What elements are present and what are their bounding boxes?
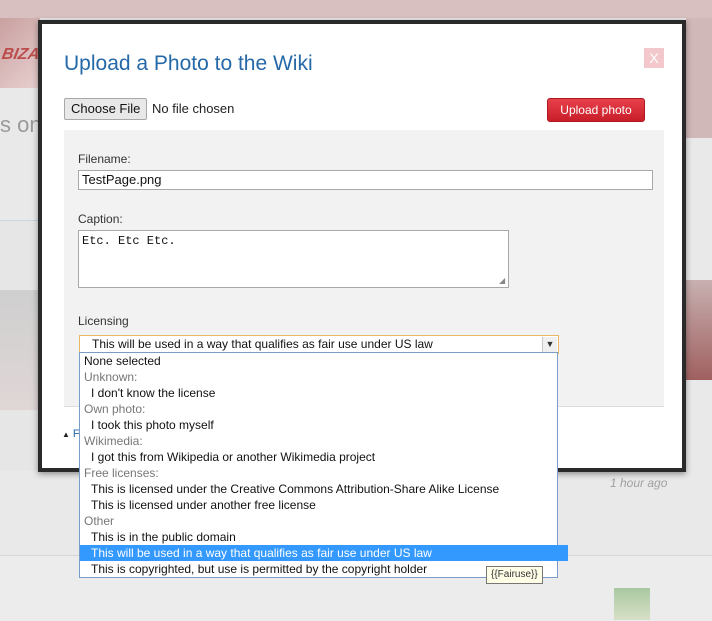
licensing-label: Licensing bbox=[78, 314, 129, 328]
dropdown-group-label: Wikimedia: bbox=[84, 434, 143, 448]
dropdown-option[interactable]: This is licensed under the Creative Comm… bbox=[80, 481, 568, 497]
dropdown-group-label: Free licenses: bbox=[84, 466, 159, 480]
filename-input[interactable]: TestPage.png bbox=[78, 170, 653, 190]
background-banner bbox=[686, 18, 712, 138]
dropdown-option[interactable]: This will be used in a way that qualifie… bbox=[80, 545, 568, 561]
dropdown-option[interactable]: I took this photo myself bbox=[80, 417, 568, 433]
caption-label: Caption: bbox=[78, 212, 123, 226]
dropdown-group-label: Other bbox=[84, 514, 115, 528]
background-photo bbox=[0, 290, 38, 410]
dropdown-option[interactable]: None selected bbox=[80, 353, 561, 369]
background-thumbnail bbox=[614, 588, 650, 620]
dropdown-option[interactable]: I got this from Wikipedia or another Wik… bbox=[80, 449, 568, 465]
choose-file-button[interactable]: Choose File bbox=[64, 98, 148, 120]
resize-grip-icon[interactable]: ◢ bbox=[499, 278, 507, 286]
dropdown-option[interactable]: This is in the public domain bbox=[80, 529, 568, 545]
chevron-down-icon[interactable]: ▼ bbox=[542, 337, 557, 352]
close-button[interactable]: X bbox=[644, 48, 664, 68]
upload-photo-button[interactable]: Upload photo bbox=[547, 98, 645, 122]
licensing-selected-value: This will be used in a way that qualifie… bbox=[92, 337, 433, 351]
background-heading: s on bbox=[0, 112, 42, 137]
background-logo-text: BIZA bbox=[0, 46, 41, 63]
caption-text: Etc. Etc Etc. bbox=[82, 234, 176, 248]
expand-link[interactable]: ▲ F bbox=[62, 428, 80, 440]
dropdown-option[interactable]: I don't know the license bbox=[80, 385, 568, 401]
background-photo-right bbox=[686, 280, 712, 380]
filename-label: Filename: bbox=[78, 152, 131, 166]
modal-title: Upload a Photo to the Wiki bbox=[64, 52, 313, 75]
caption-textarea[interactable]: Etc. Etc Etc. ◢ bbox=[78, 230, 509, 288]
triangle-up-icon: ▲ bbox=[62, 430, 70, 439]
dropdown-option[interactable]: This is licensed under another free lice… bbox=[80, 497, 568, 513]
dropdown-group-label: Own photo: bbox=[84, 402, 146, 416]
dropdown-group-label: Unknown: bbox=[84, 370, 138, 384]
background-logo: BIZA bbox=[0, 18, 41, 88]
file-status: No file chosen bbox=[152, 101, 235, 116]
background-timestamp: 1 hour ago bbox=[610, 476, 668, 490]
background-header bbox=[0, 0, 712, 18]
fairuse-tooltip: {{Fairuse}} bbox=[486, 566, 543, 584]
licensing-dropdown-list[interactable]: None selected Unknown: I don't know the li… bbox=[79, 352, 568, 578]
